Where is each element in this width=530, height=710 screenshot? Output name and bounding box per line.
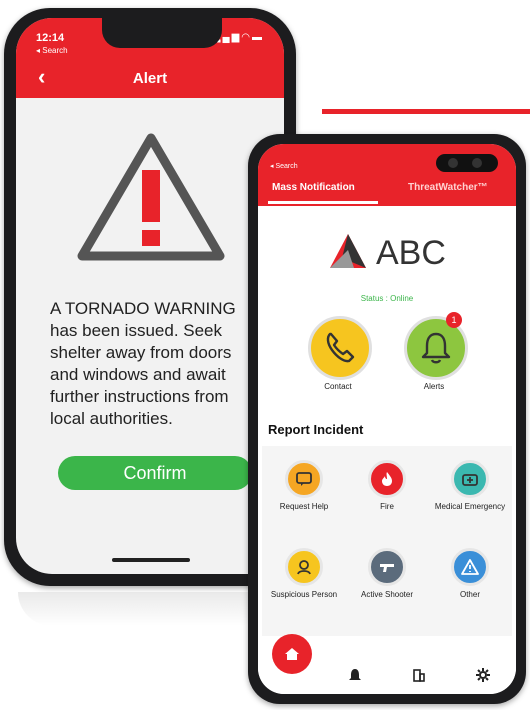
phone-icon <box>326 332 355 363</box>
incident-grid: Request Help Fire Medical Emergency Susp… <box>262 446 512 636</box>
incident-fire[interactable]: Fire <box>345 460 429 512</box>
accent-line <box>322 109 530 114</box>
phone-reflection <box>18 592 270 626</box>
warning-icon <box>451 548 489 586</box>
gun-icon <box>368 548 406 586</box>
wifi-icon: ◠ <box>241 32 252 43</box>
nav-building-icon[interactable] <box>412 668 426 682</box>
tab-threatwatcher[interactable]: ThreatWatcher™ <box>408 182 488 193</box>
active-tab-indicator <box>268 201 378 204</box>
notch <box>102 18 222 48</box>
logo-text: ABC <box>376 234 446 272</box>
alert-screen: 12:14 ◂ Search ▂▄▆◠▬ ‹ Alert A TORNADO W… <box>16 18 284 574</box>
incident-other[interactable]: Other <box>428 548 512 600</box>
status-time: 12:14 <box>36 32 65 44</box>
confirm-button[interactable]: Confirm <box>58 456 252 490</box>
nav-gear-icon[interactable] <box>476 668 490 682</box>
brand-logo: ABC <box>328 230 468 274</box>
camera-cutout <box>436 154 498 172</box>
battery-icon: ▬ <box>252 32 264 43</box>
incident-suspicious-person[interactable]: Suspicious Person <box>262 548 346 600</box>
incident-label: Fire <box>380 502 394 511</box>
incident-label: Request Help <box>279 502 329 511</box>
home-screen: ◂ Search Mass Notification ThreatWatcher… <box>258 144 516 694</box>
incident-label: Active Shooter <box>360 590 414 599</box>
home-button[interactable] <box>272 634 312 674</box>
chat-icon <box>285 460 323 498</box>
alerts-label: Alerts <box>423 382 445 391</box>
alerts-badge: 1 <box>446 312 462 328</box>
report-incident-title: Report Incident <box>268 422 364 437</box>
warning-triangle-icon <box>77 133 225 261</box>
header-title: Alert <box>132 70 168 87</box>
incident-active-shooter[interactable]: Active Shooter <box>345 548 429 600</box>
contact-button[interactable] <box>308 316 372 380</box>
logo-mark-icon <box>330 234 366 268</box>
person-icon <box>285 548 323 586</box>
medkit-icon <box>451 460 489 498</box>
incident-request-help[interactable]: Request Help <box>262 460 346 512</box>
connection-status: Status : Online <box>360 294 414 303</box>
status-back-search[interactable]: ◂ Search <box>270 162 298 170</box>
nav-bell-icon[interactable] <box>348 668 362 682</box>
app-header: ◂ Search Mass Notification ThreatWatcher… <box>258 144 516 206</box>
tab-mass-notification[interactable]: Mass Notification <box>272 182 355 193</box>
android-device: ◂ Search Mass Notification ThreatWatcher… <box>248 134 526 704</box>
incident-label: Medical Emergency <box>434 502 506 511</box>
bell-icon <box>421 332 451 364</box>
alert-message: A TORNADO WARNING has been issued. Seek … <box>50 299 236 428</box>
fire-icon <box>368 460 406 498</box>
status-back-search[interactable]: ◂ Search <box>36 46 68 55</box>
home-indicator <box>112 558 190 562</box>
incident-medical-emergency[interactable]: Medical Emergency <box>428 460 512 512</box>
contact-label: Contact <box>324 382 352 391</box>
incident-label: Other <box>459 590 480 599</box>
home-icon <box>285 648 299 660</box>
incident-label: Suspicious Person <box>270 590 338 599</box>
